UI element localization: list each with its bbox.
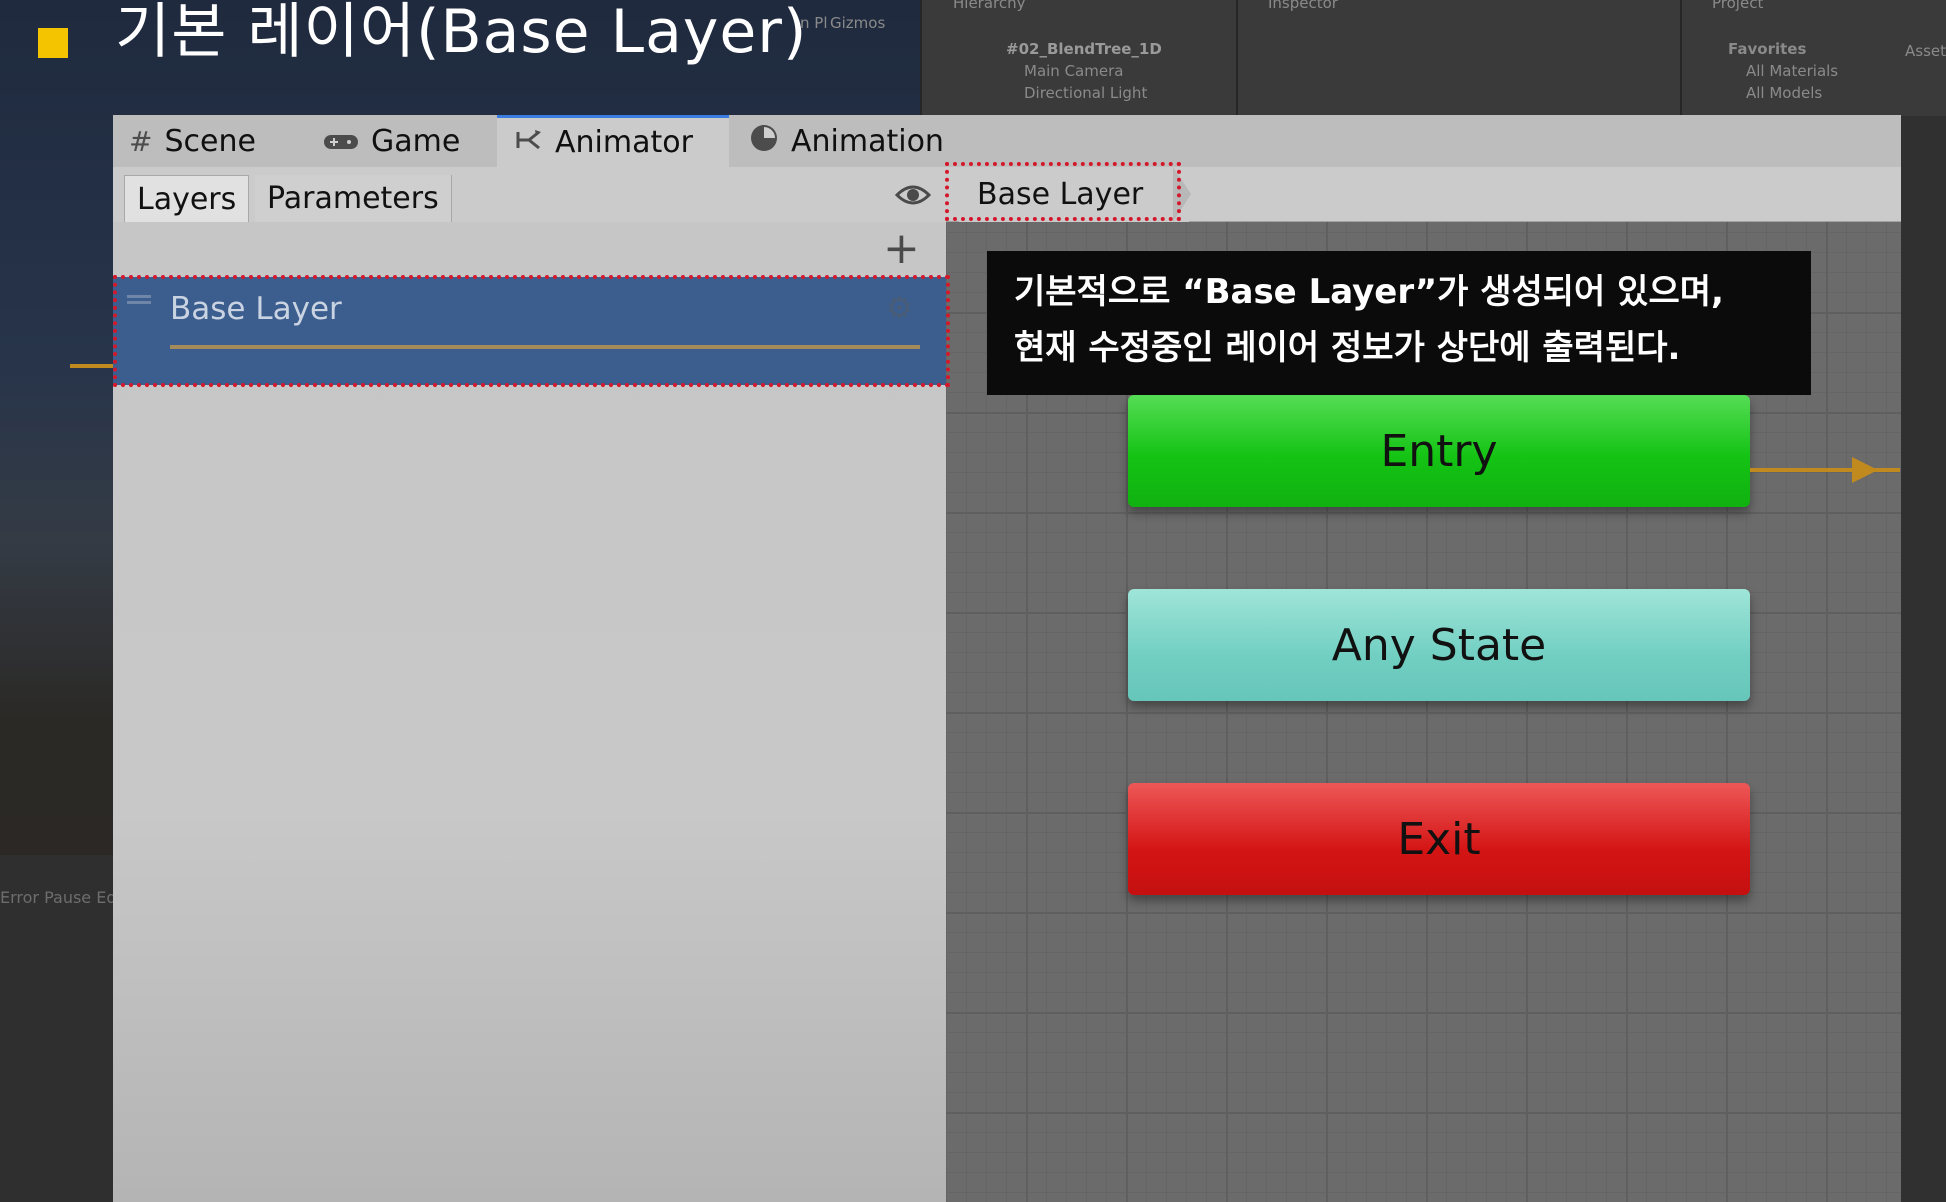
- subtab-layers[interactable]: Layers: [124, 175, 250, 222]
- background-divider: [1236, 0, 1238, 116]
- background-divider: [1680, 0, 1682, 116]
- callout-box: 기본적으로 “Base Layer”가 생성되어 있으며, 현재 수정중인 레이…: [987, 251, 1811, 395]
- tab-scene-label: Scene: [164, 123, 256, 159]
- state-exit[interactable]: Exit: [1128, 783, 1750, 895]
- background-project-tab: Project: [1712, 0, 1764, 12]
- background-status-text: Error Pause Edi: [0, 888, 121, 907]
- transition-arrow-left: [70, 364, 114, 368]
- background-project-item: All Materials: [1746, 62, 1839, 80]
- state-entry[interactable]: Entry: [1128, 395, 1750, 507]
- tab-animation[interactable]: Animation: [749, 115, 989, 167]
- background-divider: [920, 0, 922, 116]
- highlight-base-layer: [113, 275, 950, 387]
- background-inspector-tab: Inspector: [1268, 0, 1338, 12]
- tab-animator-label: Animator: [555, 125, 693, 160]
- layers-toolbar: Layers Parameters: [113, 167, 946, 222]
- state-any-state[interactable]: Any State: [1128, 589, 1750, 701]
- eye-icon[interactable]: [894, 183, 932, 207]
- tab-game-label: Game: [371, 123, 461, 159]
- tab-game[interactable]: Game: [323, 115, 503, 167]
- state-any-state-label: Any State: [1331, 619, 1547, 671]
- add-layer-button[interactable]: +: [883, 227, 920, 271]
- grid-icon: #: [129, 124, 153, 158]
- transition-arrow-icon: [1852, 457, 1878, 483]
- background-hierarchy-tab: Hierarchy: [953, 0, 1026, 12]
- animator-icon: [515, 126, 543, 159]
- slide-title: 기본 레이어(Base Layer): [115, 0, 808, 67]
- background-console: [0, 855, 115, 1202]
- highlight-breadcrumb: [945, 162, 1181, 221]
- background-assets-label: Asset: [1905, 42, 1946, 60]
- background-hierarchy-item: #02_BlendTree_1D: [1006, 40, 1162, 58]
- tab-animation-label: Animation: [791, 123, 944, 159]
- state-entry-label: Entry: [1380, 425, 1498, 477]
- title-bullet: [38, 28, 68, 58]
- tab-scene[interactable]: # Scene: [129, 115, 299, 167]
- tab-animator[interactable]: Animator: [497, 115, 729, 167]
- window-tab-bar: # Scene Game Animator Animation: [113, 115, 1901, 167]
- background-project-item: All Models: [1746, 84, 1823, 102]
- clock-icon: [749, 123, 779, 160]
- background-project-item: Favorites: [1728, 40, 1807, 58]
- subtab-parameters[interactable]: Parameters: [255, 175, 452, 222]
- state-exit-label: Exit: [1397, 813, 1481, 865]
- background-gizmos-button: Gizmos: [830, 14, 886, 32]
- background-hierarchy-item: Main Camera: [1024, 62, 1124, 80]
- background-hierarchy-item: Directional Light: [1024, 84, 1148, 102]
- gamepad-icon: [323, 125, 359, 158]
